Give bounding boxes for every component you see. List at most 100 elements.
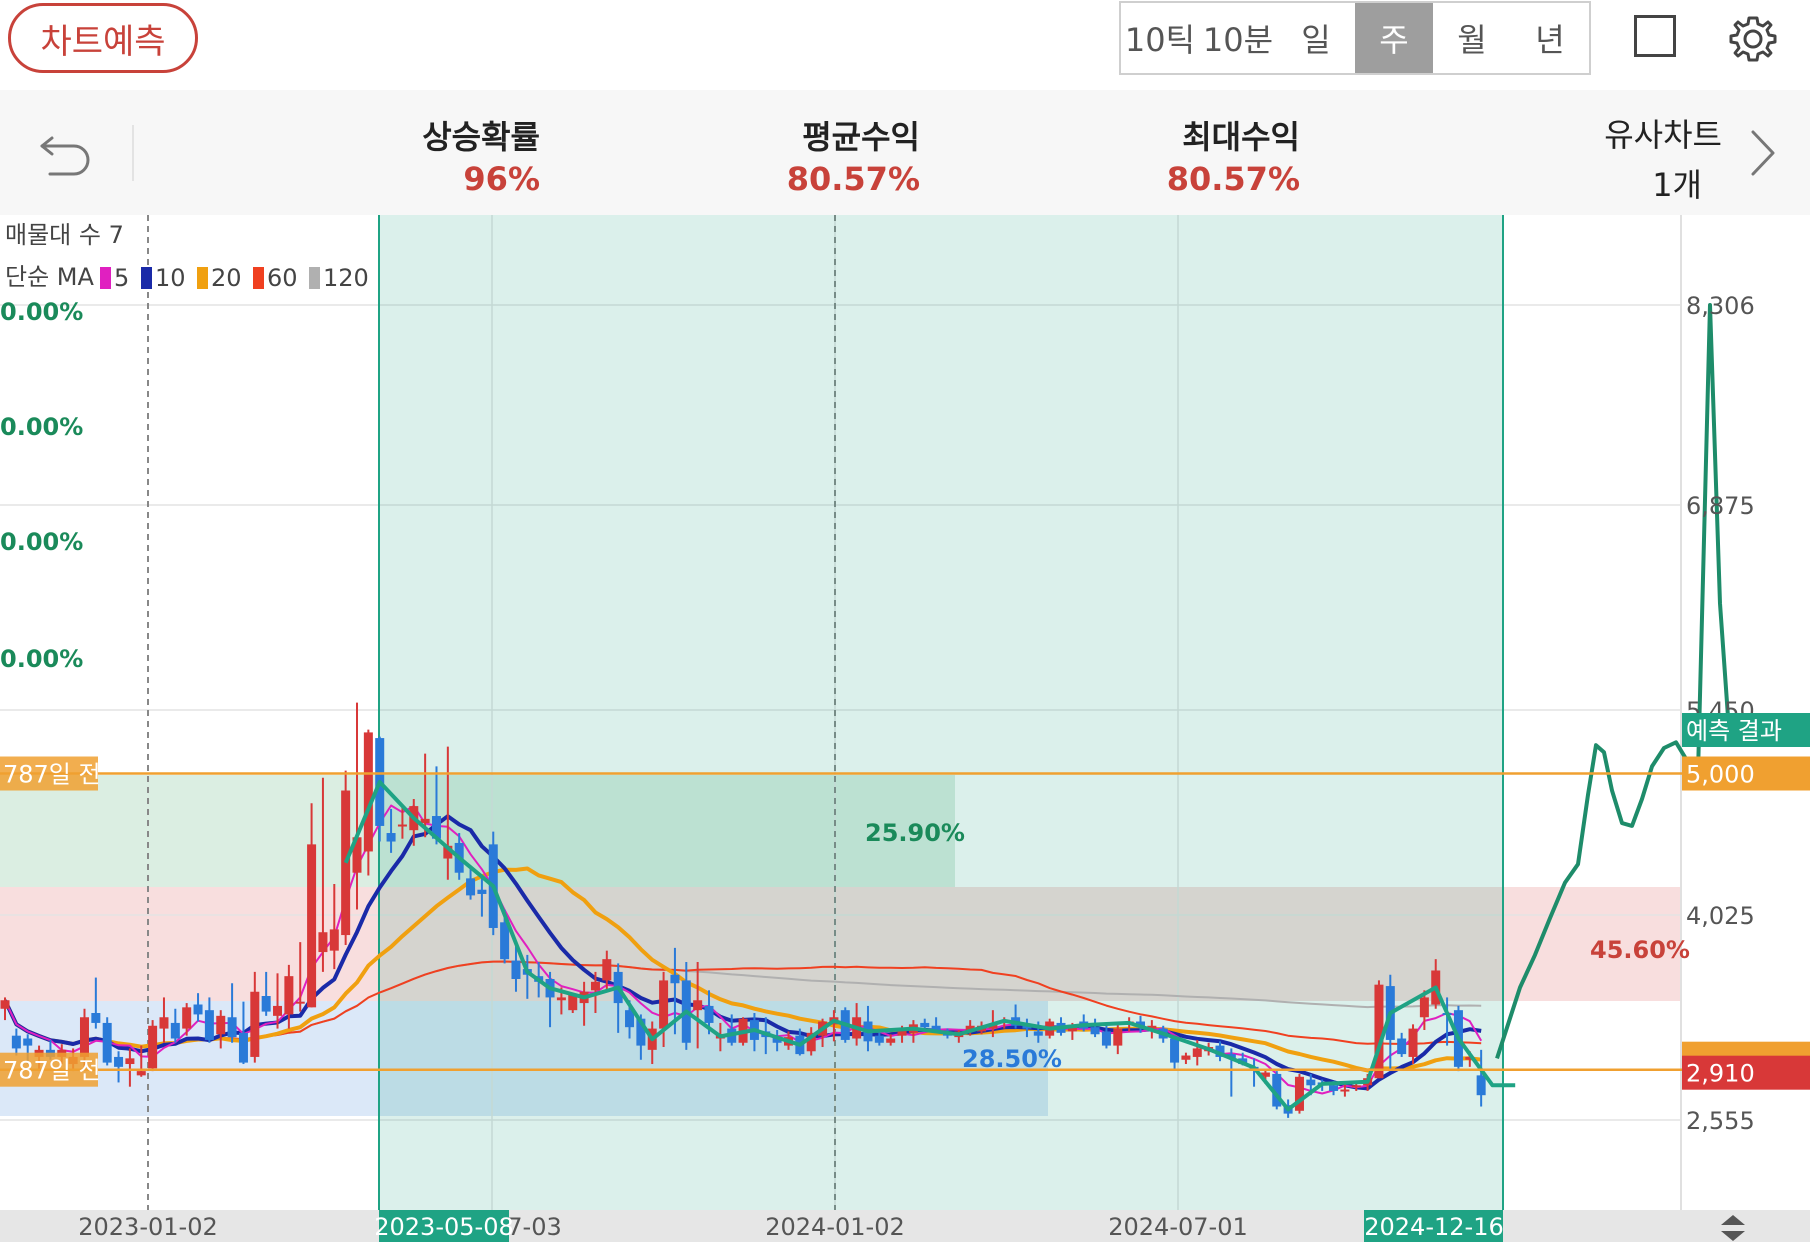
candle-body	[397, 824, 407, 827]
gear-icon[interactable]	[1726, 12, 1780, 66]
candle-body	[874, 1035, 884, 1043]
chart-predict-button[interactable]: 차트예측	[8, 3, 198, 73]
ma-legend-title: 단순 MA	[5, 263, 94, 291]
chevron-right-icon[interactable]	[1747, 128, 1777, 178]
candle-body	[273, 1005, 283, 1016]
candle-body	[318, 932, 328, 953]
candle-body	[0, 1000, 10, 1009]
level-tag-2910-text: 2,910	[1686, 1060, 1755, 1088]
x-axis-band	[0, 1210, 1810, 1242]
ma-legend-period: 10	[155, 264, 186, 292]
level-tag-5000-text: 5,000	[1686, 761, 1755, 789]
candle-body	[79, 1017, 89, 1057]
candle-body	[1033, 1031, 1043, 1036]
candle-body	[261, 995, 271, 1012]
candle-body	[886, 1038, 896, 1043]
prediction-tag-text: 예측 결과	[1686, 717, 1782, 745]
ma-legend-period: 120	[323, 264, 369, 292]
candle-body	[363, 732, 373, 852]
candle-body	[238, 1032, 248, 1063]
undo-icon[interactable]	[38, 128, 94, 176]
ma-legend-swatch	[141, 267, 152, 289]
candle-body	[659, 980, 669, 1029]
candle-body	[170, 1022, 180, 1039]
candle-body	[136, 1071, 146, 1076]
level-tag-left-text: 787일 전	[3, 761, 101, 789]
similar-chart-count[interactable]: 1개	[1652, 160, 1702, 206]
top-bar: 차트예측 10틱 10분 일 주 월 년	[0, 0, 1810, 90]
candle-body	[1397, 1038, 1407, 1055]
candle-body	[159, 1017, 169, 1029]
candle-body	[602, 959, 612, 981]
x-tick-label: 2023-01-02	[78, 1213, 217, 1241]
candle-body	[114, 1056, 124, 1067]
left-pct-label: 0.00%	[0, 645, 83, 673]
highlight-end-tag-text: 2024-12-16	[1364, 1213, 1503, 1241]
candle-body	[11, 1035, 21, 1049]
candle-body	[23, 1038, 33, 1046]
avg-return-value: 80.57%	[786, 160, 920, 198]
tab-10tick[interactable]: 10틱	[1121, 3, 1199, 73]
candle-body	[590, 981, 600, 991]
rise-prob-label: 상승확률	[422, 118, 540, 156]
candle-body	[329, 929, 339, 951]
candle-body	[125, 1058, 135, 1065]
candle-body	[1192, 1048, 1202, 1057]
candle-body	[420, 818, 430, 824]
candle-body	[148, 1025, 158, 1069]
checkbox-icon[interactable]	[1634, 15, 1676, 57]
avg-return-label: 평균수익	[802, 118, 920, 156]
candle-body	[1181, 1055, 1191, 1060]
candle-body	[1329, 1085, 1339, 1091]
candle-body	[216, 1015, 226, 1035]
price-axis-border	[1680, 215, 1682, 1210]
candle-body	[386, 833, 396, 842]
candle-body	[920, 1022, 930, 1028]
tab-10min[interactable]: 10분	[1199, 3, 1277, 73]
y-tick-label: 2,555	[1686, 1107, 1755, 1135]
ma-legend-swatch	[253, 267, 264, 289]
ma-legend-swatch	[100, 267, 111, 289]
left-pct-label: 0.00%	[0, 298, 83, 326]
candle-body	[307, 844, 317, 1008]
candle-body	[556, 997, 566, 1001]
candle-body	[511, 960, 521, 979]
tab-week[interactable]: 주	[1355, 3, 1433, 73]
similar-chart-label[interactable]: 유사차트	[1604, 110, 1722, 156]
ma-legend-swatch	[197, 267, 208, 289]
zone-label-blue: 28.50%	[962, 1045, 1062, 1073]
ma-legend-swatch	[309, 267, 320, 289]
candle-body	[1419, 997, 1429, 1018]
candle-body	[1170, 1038, 1180, 1063]
candle-body	[1101, 1031, 1111, 1046]
candle-body	[466, 878, 476, 896]
tab-year[interactable]: 년	[1511, 3, 1589, 73]
max-return-value: 80.57%	[1166, 160, 1300, 198]
candle-body	[91, 1013, 101, 1023]
candle-body	[1090, 1027, 1100, 1035]
candle-body	[1113, 1028, 1123, 1046]
candle-body	[477, 889, 487, 894]
candle-body	[193, 1004, 203, 1015]
candlestick-chart[interactable]: 매물대 수 7 단순 MA 5 10 20 60 120 0.00% 0.00% 0.00% 0.0…	[0, 215, 1810, 1242]
stats-divider	[132, 125, 134, 181]
ma-legend-period: 20	[211, 264, 242, 292]
tab-month[interactable]: 월	[1433, 3, 1511, 73]
candle-body	[1408, 1028, 1418, 1057]
candle-body	[1351, 1085, 1361, 1088]
candle	[1374, 980, 1384, 1079]
candle-body	[693, 1000, 703, 1011]
left-pct-label: 0.00%	[0, 528, 83, 556]
y-tick-label: 8,306	[1686, 292, 1755, 320]
highlight-start-tag-text: 2023-05-08	[374, 1213, 513, 1241]
ma-legend-period: 60	[267, 264, 298, 292]
candle-body	[284, 976, 294, 1015]
tab-day[interactable]: 일	[1277, 3, 1355, 73]
candle-body	[250, 991, 260, 1057]
candle-body	[227, 1017, 237, 1038]
candle-body	[1306, 1079, 1316, 1086]
candle	[102, 1017, 112, 1066]
period-tabs: 10틱 10분 일 주 월 년	[1119, 1, 1591, 75]
max-return-label: 최대수익	[1182, 118, 1300, 156]
candle-body	[704, 1005, 714, 1023]
